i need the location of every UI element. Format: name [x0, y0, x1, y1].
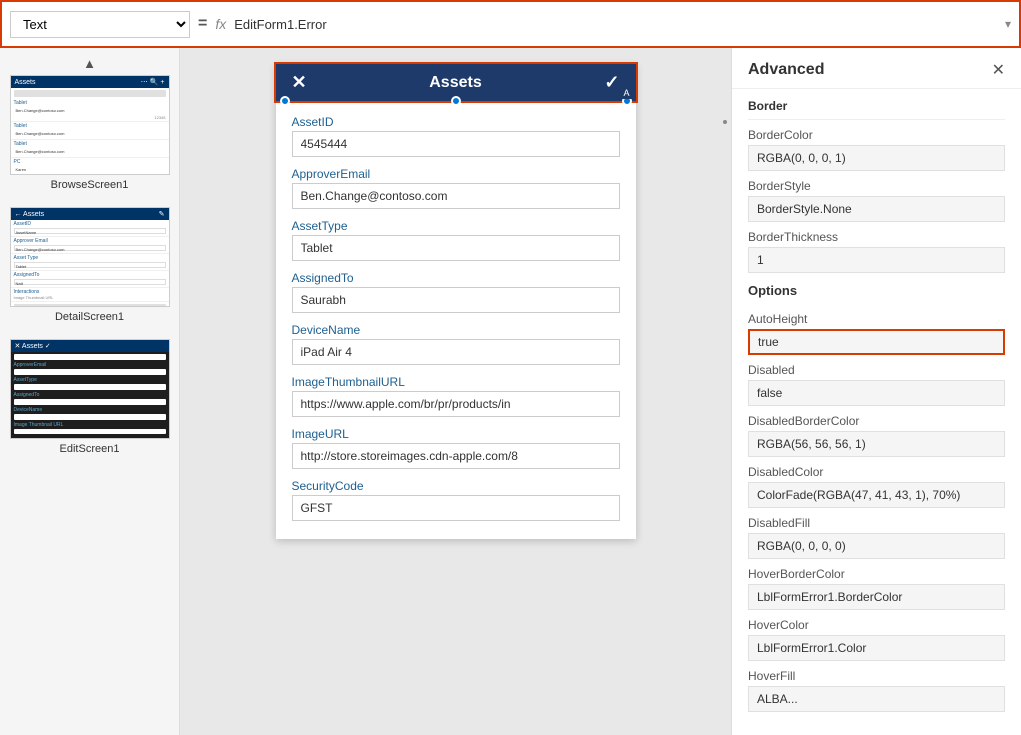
prop-label-disabledbordercolor: DisabledBorderColor — [748, 414, 1005, 428]
field-assetid: AssetID — [292, 115, 620, 157]
field-devicename: DeviceName — [292, 323, 620, 365]
detail-screen-label: DetailScreen1 — [10, 311, 170, 327]
edit-screen-label: EditScreen1 — [10, 443, 170, 459]
prop-value-hovercolor[interactable]: LblFormError1.Color — [748, 635, 1005, 661]
prop-value-borderstyle[interactable]: BorderStyle.None — [748, 196, 1005, 222]
prop-value-autoheight[interactable]: true — [748, 329, 1005, 355]
prop-borderstyle: BorderStyle BorderStyle.None — [748, 179, 1005, 222]
fx-label: fx — [215, 16, 226, 32]
border-section-label: Border — [748, 89, 1005, 120]
field-label-approveremail: ApproverEmail — [292, 167, 620, 181]
prop-value-disabled[interactable]: false — [748, 380, 1005, 406]
field-input-approveremail[interactable] — [292, 183, 620, 209]
form-title: Assets — [429, 74, 481, 92]
field-label-devicename: DeviceName — [292, 323, 620, 337]
sidebar-scroll-up[interactable]: ▲ — [0, 52, 179, 75]
left-sidebar: ▲ Assets ⋯ 🔍 + Tablet Ben.Change@contoso… — [0, 48, 180, 735]
form-close-icon[interactable]: ✕ — [292, 72, 307, 93]
prop-label-disabledfill: DisabledFill — [748, 516, 1005, 530]
prop-label-disabledcolor: DisabledColor — [748, 465, 1005, 479]
prop-hoverfill: HoverFill ALBA... — [748, 669, 1005, 712]
formula-bar: Text = fx ▾ — [0, 0, 1021, 48]
prop-value-disabledfill[interactable]: RGBA(0, 0, 0, 0) — [748, 533, 1005, 559]
detail-screen-thumbnail: ← Assets ✎ AssetID AssetName Approver Em… — [10, 207, 170, 307]
prop-label-hovercolor: HoverColor — [748, 618, 1005, 632]
prop-label-autoheight: AutoHeight — [748, 312, 1005, 326]
selection-handles — [276, 95, 636, 107]
handle-left[interactable] — [280, 96, 290, 106]
canvas-area: ✕ Assets ✓ A AssetID — [180, 48, 731, 735]
prop-autoheight: AutoHeight true — [748, 312, 1005, 355]
prop-label-borderstyle: BorderStyle — [748, 179, 1005, 193]
edit-screen-thumbnail: ✕ Assets ✓ ApproverEmail AssetType Assig… — [10, 339, 170, 439]
browse-screen-thumbnail: Assets ⋯ 🔍 + Tablet Ben.Change@contoso.c… — [10, 75, 170, 175]
options-label: Options — [748, 273, 1005, 304]
field-label-imageurl: ImageURL — [292, 427, 620, 441]
equals-sign: = — [198, 15, 207, 33]
sidebar-item-browse-screen[interactable]: Assets ⋯ 🔍 + Tablet Ben.Change@contoso.c… — [10, 75, 170, 195]
form-widget: ✕ Assets ✓ A AssetID — [276, 64, 636, 539]
prop-value-disabledcolor[interactable]: ColorFade(RGBA(47, 41, 43, 1), 70%) — [748, 482, 1005, 508]
prop-label-hoverbordercolor: HoverBorderColor — [748, 567, 1005, 581]
prop-label-hoverfill: HoverFill — [748, 669, 1005, 683]
text-indicator: A — [619, 87, 633, 99]
prop-bordercolor: BorderColor RGBA(0, 0, 0, 1) — [748, 128, 1005, 171]
prop-label-disabled: Disabled — [748, 363, 1005, 377]
prop-label-bordercolor: BorderColor — [748, 128, 1005, 142]
prop-value-hoverbordercolor[interactable]: LblFormError1.BorderColor — [748, 584, 1005, 610]
formula-dropdown-icon[interactable]: ▾ — [1005, 17, 1011, 31]
prop-disabledfill: DisabledFill RGBA(0, 0, 0, 0) — [748, 516, 1005, 559]
field-securitycode: SecurityCode — [292, 479, 620, 521]
right-panel-content: Border BorderColor RGBA(0, 0, 0, 1) Bord… — [732, 89, 1021, 735]
field-approveremail: ApproverEmail — [292, 167, 620, 209]
right-panel-close-icon[interactable]: ✕ — [992, 60, 1005, 80]
field-input-devicename[interactable] — [292, 339, 620, 365]
form-fields: AssetID ApproverEmail AssetType Assigned… — [276, 107, 636, 539]
field-label-assetid: AssetID — [292, 115, 620, 129]
sidebar-item-edit-screen[interactable]: ✕ Assets ✓ ApproverEmail AssetType Assig… — [10, 339, 170, 459]
field-input-imageurl[interactable] — [292, 443, 620, 469]
field-label-assettype: AssetType — [292, 219, 620, 233]
prop-value-bordercolor[interactable]: RGBA(0, 0, 0, 1) — [748, 145, 1005, 171]
prop-label-borderthickness: BorderThickness — [748, 230, 1005, 244]
right-panel-header: Advanced ✕ — [732, 48, 1021, 89]
field-input-imagethumbnailurl[interactable] — [292, 391, 620, 417]
handle-center[interactable] — [451, 96, 461, 106]
main-area: ▲ Assets ⋯ 🔍 + Tablet Ben.Change@contoso… — [0, 48, 1021, 735]
field-imagethumbnailurl: ImageThumbnailURL — [292, 375, 620, 417]
prop-hoverbordercolor: HoverBorderColor LblFormError1.BorderCol… — [748, 567, 1005, 610]
field-imageurl: ImageURL — [292, 427, 620, 469]
right-panel: Advanced ✕ Border BorderColor RGBA(0, 0,… — [731, 48, 1021, 735]
field-label-securitycode: SecurityCode — [292, 479, 620, 493]
field-input-assettype[interactable] — [292, 235, 620, 261]
sidebar-item-detail-screen[interactable]: ← Assets ✎ AssetID AssetName Approver Em… — [10, 207, 170, 327]
prop-borderthickness: BorderThickness 1 — [748, 230, 1005, 273]
prop-hovercolor: HoverColor LblFormError1.Color — [748, 618, 1005, 661]
prop-disabledcolor: DisabledColor ColorFade(RGBA(47, 41, 43,… — [748, 465, 1005, 508]
browse-screen-label: BrowseScreen1 — [10, 179, 170, 195]
field-label-imagethumbnailurl: ImageThumbnailURL — [292, 375, 620, 389]
field-assignedto: AssignedTo — [292, 271, 620, 313]
prop-value-disabledbordercolor[interactable]: RGBA(56, 56, 56, 1) — [748, 431, 1005, 457]
field-label-assignedto: AssignedTo — [292, 271, 620, 285]
prop-value-hoverfill[interactable]: ALBA... — [748, 686, 1005, 712]
form-check-icon[interactable]: ✓ — [604, 72, 619, 93]
formula-property-select[interactable]: Text — [10, 11, 190, 38]
prop-value-borderthickness[interactable]: 1 — [748, 247, 1005, 273]
prop-disabled: Disabled false — [748, 363, 1005, 406]
field-assettype: AssetType — [292, 219, 620, 261]
right-panel-title: Advanced — [748, 61, 824, 79]
field-input-assetid[interactable] — [292, 131, 620, 157]
formula-input[interactable] — [234, 17, 997, 32]
field-input-securitycode[interactable] — [292, 495, 620, 521]
field-input-assignedto[interactable] — [292, 287, 620, 313]
prop-disabledbordercolor: DisabledBorderColor RGBA(56, 56, 56, 1) — [748, 414, 1005, 457]
